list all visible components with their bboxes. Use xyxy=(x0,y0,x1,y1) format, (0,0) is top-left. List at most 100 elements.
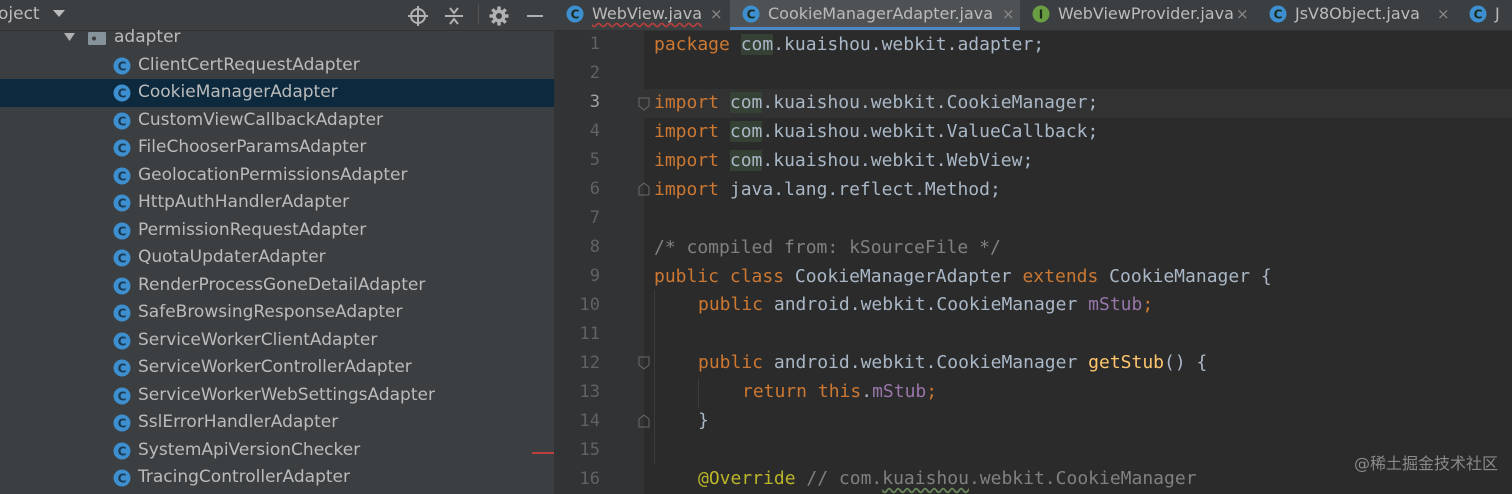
package-segment: com xyxy=(729,121,763,142)
class-icon: C xyxy=(113,387,131,404)
class-icon: C xyxy=(566,5,584,23)
project-panel: oject adapter C ClientCertRequestAdapter… xyxy=(0,0,554,494)
fold-marker-icon[interactable] xyxy=(638,182,650,196)
tree-item[interactable]: C CookieManagerAdapter xyxy=(0,79,554,107)
tree-item[interactable]: C TracingControllerAdapter xyxy=(0,464,554,492)
keyword-import: import xyxy=(654,92,720,113)
tab-label: JsV8Object.java xyxy=(1295,4,1420,23)
line-number: 10 xyxy=(579,295,600,315)
svg-text:C: C xyxy=(118,444,127,458)
close-icon[interactable]: × xyxy=(710,5,723,23)
close-icon[interactable]: × xyxy=(1437,5,1450,23)
svg-text:C: C xyxy=(118,224,127,238)
field-name: mStub xyxy=(872,381,927,402)
editor-tab[interactable]: I WebViewProvider.java × xyxy=(1020,0,1257,30)
line-number: 12 xyxy=(579,353,600,373)
line-number: 2 xyxy=(589,63,600,83)
close-icon[interactable]: × xyxy=(1236,5,1249,23)
line-number: 9 xyxy=(589,266,600,286)
tree-item[interactable]: C QuotaUpdaterAdapter xyxy=(0,244,554,272)
class-icon: C xyxy=(113,139,131,157)
line-number-gutter: 1 2 3 4 5 6 7 8 9 10 11 12 13 14 15 16 xyxy=(554,31,644,494)
class-icon: C xyxy=(113,84,131,102)
annotation-override: @Override xyxy=(698,468,796,489)
fold-marker-icon[interactable] xyxy=(638,97,650,111)
superclass: CookieManager { xyxy=(1098,266,1272,287)
close-icon[interactable]: × xyxy=(1002,5,1015,23)
package-segment: com xyxy=(740,34,774,55)
svg-text:C: C xyxy=(1474,8,1483,22)
project-title-label: oject xyxy=(0,4,40,24)
code-line-1: package com.kuaishou.webkit.adapter; xyxy=(654,34,1044,55)
svg-text:C: C xyxy=(118,197,127,211)
tree-item-label: HttpAuthHandlerAdapter xyxy=(138,192,350,212)
svg-text:C: C xyxy=(118,307,127,321)
code-line-8: /* compiled from: kSourceFile */ xyxy=(654,237,1001,258)
keyword-public: public xyxy=(698,294,764,315)
fold-marker-icon[interactable] xyxy=(638,414,650,428)
import-path: .kuaishou.webkit.CookieManager; xyxy=(762,92,1099,113)
svg-text:C: C xyxy=(1274,8,1283,22)
collapse-all-icon[interactable] xyxy=(444,6,464,26)
interface-icon: I xyxy=(1032,5,1050,23)
line-number: 5 xyxy=(589,150,600,170)
code-line-14: } xyxy=(698,410,709,431)
field-name: mStub xyxy=(1088,294,1143,315)
tree-item[interactable]: C ClientCertRequestAdapter xyxy=(0,52,554,80)
editor-tab[interactable]: C JsV8Object.java × xyxy=(1257,0,1457,30)
editor-tab[interactable]: CJ xyxy=(1457,0,1512,30)
tree-item[interactable]: C SslErrorHandlerAdapter xyxy=(0,409,554,437)
tree-item[interactable]: C HttpAuthHandlerAdapter xyxy=(0,189,554,217)
tree-item-label: RenderProcessGoneDetailAdapter xyxy=(138,274,426,295)
class-icon: C xyxy=(113,194,131,212)
tree-item-label: CustomViewCallbackAdapter xyxy=(138,109,384,130)
tree-item[interactable]: C SafeBrowsingResponseAdapter xyxy=(0,299,554,327)
line-comment: .webkit.CookieManager xyxy=(968,468,1197,489)
editor-tab[interactable]: C CookieManagerAdapter.java × xyxy=(730,0,1020,30)
tree-item-label: ServiceWorkerWebSettingsAdapter xyxy=(138,384,435,405)
minimize-icon[interactable] xyxy=(526,6,544,26)
code-line-12: public android.webkit.CookieManager getS… xyxy=(698,352,1207,373)
tree-item[interactable]: C CustomViewCallbackAdapter xyxy=(0,107,554,135)
editor-tab[interactable]: C WebView.java × xyxy=(554,0,730,30)
class-icon: C xyxy=(113,359,131,377)
tree-item-label: QuotaUpdaterAdapter xyxy=(138,247,326,267)
fold-marker-icon[interactable] xyxy=(638,356,650,370)
tree-item[interactable]: C GeolocationPermissionsAdapter xyxy=(0,162,554,190)
class-icon: C xyxy=(113,167,131,184)
svg-text:C: C xyxy=(118,334,127,348)
keyword-return-this: return this xyxy=(742,381,862,402)
tree-item[interactable]: C ServiceWorkerControllerAdapter xyxy=(0,354,554,382)
project-view-selector[interactable]: oject xyxy=(0,4,66,24)
code-line-16: @Override // com.kuaishou.webkit.CookieM… xyxy=(698,468,1197,489)
header-divider xyxy=(478,4,479,24)
tree-item[interactable]: C SystemApiVersionChecker xyxy=(0,437,554,465)
tree-item[interactable]: C ServiceWorkerWebSettingsAdapter xyxy=(0,382,554,410)
tree-item[interactable]: C PermissionRequestAdapter xyxy=(0,217,554,245)
tree-item[interactable]: C ServiceWorkerClientAdapter xyxy=(0,327,554,355)
tree-item[interactable]: C FileChooserParamsAdapter xyxy=(0,134,554,162)
tree-folder-adapter[interactable]: adapter xyxy=(0,24,554,52)
svg-text:C: C xyxy=(118,417,127,431)
package-folder-icon xyxy=(88,32,106,45)
chevron-down-icon xyxy=(53,10,66,17)
class-name: CookieManagerAdapter xyxy=(784,266,1023,287)
tree-item-label: ClientCertRequestAdapter xyxy=(138,54,360,75)
chevron-down-icon[interactable] xyxy=(64,33,75,41)
package-segment: com xyxy=(729,92,763,113)
tree-item-label: SystemApiVersionChecker xyxy=(138,439,361,460)
code-line-4: import com.kuaishou.webkit.ValueCallback… xyxy=(654,121,1098,142)
tree-item-label: FileChooserParamsAdapter xyxy=(138,137,367,157)
locate-target-icon[interactable] xyxy=(408,6,428,26)
editor-tab-bar: C WebView.java × C CookieManagerAdapter.java… xyxy=(554,0,1512,31)
tree-item[interactable]: C RenderProcessGoneDetailAdapter xyxy=(0,272,554,300)
tree-item-label: SslErrorHandlerAdapter xyxy=(138,412,339,432)
svg-text:C: C xyxy=(118,142,127,156)
tree-item-label: ServiceWorkerClientAdapter xyxy=(138,329,378,350)
gear-icon[interactable] xyxy=(489,6,509,26)
svg-text:C: C xyxy=(118,59,127,73)
class-icon: C xyxy=(113,249,131,267)
code-line-6: import java.lang.reflect.Method; xyxy=(654,179,1001,200)
editor-area: C WebView.java × C CookieManagerAdapter.java… xyxy=(554,0,1512,494)
keyword-import: import xyxy=(654,150,720,171)
